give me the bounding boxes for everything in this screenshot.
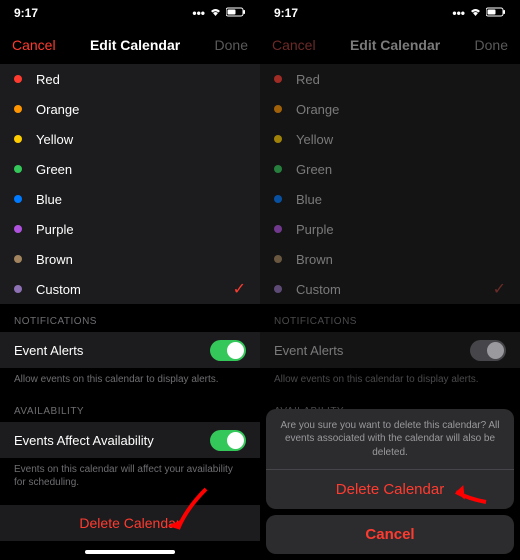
- event-alerts-toggle[interactable]: [470, 340, 506, 361]
- color-label: Yellow: [296, 132, 506, 147]
- color-dot-icon: [14, 165, 22, 173]
- color-dot-icon: [274, 195, 282, 203]
- action-sheet: Are you sure you want to delete this cal…: [266, 409, 514, 555]
- section-header-notifications: NOTIFICATIONS: [260, 304, 520, 332]
- color-dot-icon: [274, 75, 282, 83]
- event-alerts-row[interactable]: Event Alerts: [260, 332, 520, 368]
- color-row-blue[interactable]: Blue: [260, 184, 520, 214]
- color-label: Blue: [36, 192, 246, 207]
- color-row-brown[interactable]: Brown: [0, 244, 260, 274]
- color-row-brown[interactable]: Brown: [260, 244, 520, 274]
- content: Red Orange Yellow Green Blue Purple Brown Custo…: [0, 64, 260, 560]
- home-indicator[interactable]: [85, 550, 175, 554]
- event-alerts-label: Event Alerts: [274, 343, 343, 358]
- nav-bar: Cancel Edit Calendar Done: [260, 26, 520, 64]
- color-row-red[interactable]: Red: [260, 64, 520, 94]
- color-label: Green: [36, 162, 246, 177]
- color-row-orange[interactable]: Orange: [260, 94, 520, 124]
- color-list: Red Orange Yellow Green Blue Purple Brown Custo…: [260, 64, 520, 304]
- action-sheet-message: Are you sure you want to delete this cal…: [266, 409, 514, 471]
- section-header-notifications: NOTIFICATIONS: [0, 304, 260, 332]
- event-alerts-toggle[interactable]: [210, 340, 246, 361]
- color-dot-icon: [274, 285, 282, 293]
- page-title: Edit Calendar: [90, 37, 180, 53]
- color-dot-icon: [274, 225, 282, 233]
- color-label: Orange: [296, 102, 506, 117]
- delete-calendar-button[interactable]: Delete Calendar: [0, 505, 260, 541]
- events-affect-toggle[interactable]: [210, 430, 246, 451]
- color-row-custom[interactable]: Custom✓: [260, 274, 520, 304]
- color-dot-icon: [14, 75, 22, 83]
- cancel-button[interactable]: Cancel: [272, 37, 316, 53]
- page-title: Edit Calendar: [350, 37, 440, 53]
- color-row-red[interactable]: Red: [0, 64, 260, 94]
- color-dot-icon: [14, 105, 22, 113]
- color-label: Purple: [296, 222, 506, 237]
- checkmark-icon: ✓: [493, 279, 506, 299]
- screenshot-right: 9:17 ••• Cancel Edit Calendar Done Red Or…: [260, 0, 520, 560]
- color-dot-icon: [274, 135, 282, 143]
- status-indicators: •••: [452, 6, 506, 20]
- color-dot-icon: [14, 135, 22, 143]
- color-label: Orange: [36, 102, 246, 117]
- delete-calendar-confirm-button[interactable]: Delete Calendar: [266, 470, 514, 509]
- status-indicators: •••: [192, 6, 246, 20]
- wifi-icon: [209, 6, 222, 20]
- action-sheet-top: Are you sure you want to delete this cal…: [266, 409, 514, 510]
- status-bar: 9:17 •••: [260, 0, 520, 26]
- color-label: Blue: [296, 192, 506, 207]
- color-label: Custom: [296, 282, 493, 297]
- events-affect-row[interactable]: Events Affect Availability: [0, 422, 260, 458]
- checkmark-icon: ✓: [233, 279, 246, 299]
- event-alerts-desc: Allow events on this calendar to display…: [260, 368, 520, 394]
- color-row-yellow[interactable]: Yellow: [260, 124, 520, 154]
- signal-icon: •••: [452, 6, 465, 20]
- color-list: Red Orange Yellow Green Blue Purple Brown Custo…: [0, 64, 260, 304]
- color-dot-icon: [14, 195, 22, 203]
- color-label: Brown: [296, 252, 506, 267]
- color-label: Green: [296, 162, 506, 177]
- color-label: Red: [36, 72, 246, 87]
- done-button[interactable]: Done: [215, 37, 248, 53]
- color-dot-icon: [14, 285, 22, 293]
- color-row-purple[interactable]: Purple: [0, 214, 260, 244]
- color-dot-icon: [14, 225, 22, 233]
- screenshot-left: 9:17 ••• Cancel Edit Calendar Done Red Or…: [0, 0, 260, 560]
- status-bar: 9:17 •••: [0, 0, 260, 26]
- event-alerts-label: Event Alerts: [14, 343, 83, 358]
- color-label: Custom: [36, 282, 233, 297]
- color-label: Purple: [36, 222, 246, 237]
- event-alerts-desc: Allow events on this calendar to display…: [0, 368, 260, 394]
- battery-icon: [486, 6, 506, 20]
- action-sheet-cancel-button[interactable]: Cancel: [266, 515, 514, 554]
- color-label: Brown: [36, 252, 246, 267]
- event-alerts-row[interactable]: Event Alerts: [0, 332, 260, 368]
- color-row-yellow[interactable]: Yellow: [0, 124, 260, 154]
- color-row-green[interactable]: Green: [260, 154, 520, 184]
- events-affect-desc: Events on this calendar will affect your…: [0, 458, 260, 497]
- color-dot-icon: [274, 165, 282, 173]
- color-dot-icon: [274, 255, 282, 263]
- color-dot-icon: [274, 105, 282, 113]
- done-button[interactable]: Done: [475, 37, 508, 53]
- battery-icon: [226, 6, 246, 20]
- status-time: 9:17: [14, 6, 38, 20]
- cancel-button[interactable]: Cancel: [12, 37, 56, 53]
- delete-calendar-label: Delete Calendar: [79, 515, 180, 531]
- color-row-orange[interactable]: Orange: [0, 94, 260, 124]
- content: Red Orange Yellow Green Blue Purple Brown Custo…: [260, 64, 520, 560]
- events-affect-label: Events Affect Availability: [14, 433, 154, 448]
- wifi-icon: [469, 6, 482, 20]
- section-header-availability: AVAILABILITY: [0, 394, 260, 422]
- signal-icon: •••: [192, 6, 205, 20]
- color-label: Red: [296, 72, 506, 87]
- color-row-green[interactable]: Green: [0, 154, 260, 184]
- color-row-custom[interactable]: Custom✓: [0, 274, 260, 304]
- color-row-purple[interactable]: Purple: [260, 214, 520, 244]
- nav-bar: Cancel Edit Calendar Done: [0, 26, 260, 64]
- color-dot-icon: [14, 255, 22, 263]
- color-label: Yellow: [36, 132, 246, 147]
- status-time: 9:17: [274, 6, 298, 20]
- color-row-blue[interactable]: Blue: [0, 184, 260, 214]
